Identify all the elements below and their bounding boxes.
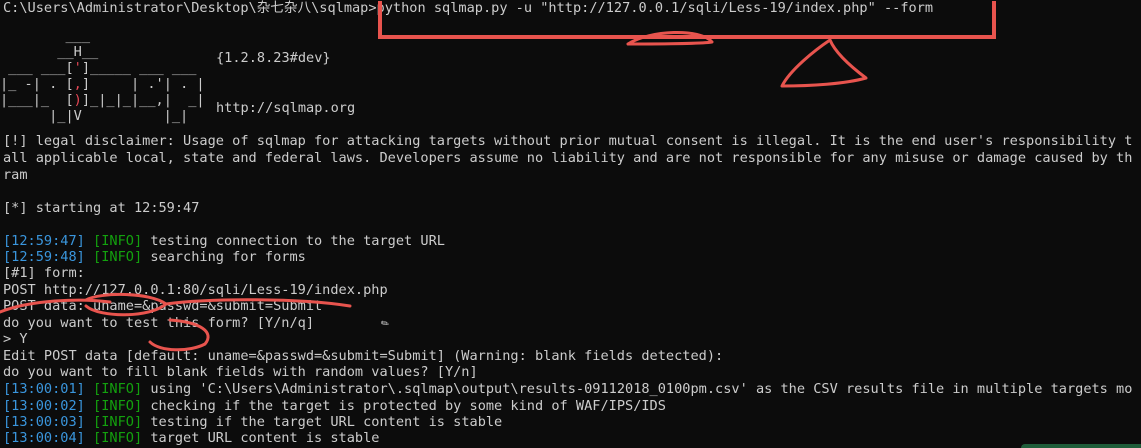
taskbar-edge [1021,444,1141,448]
log-line: [13:00:03] [INFO] testing if the target … [3,414,503,430]
log-line: [13:00:01] [INFO] using 'C:\Users\Admini… [3,381,1133,397]
form-line: [#1] form: [3,265,85,281]
form-line: POST data: uname=&passwd=&submit=Submit [3,298,323,314]
form-line: Edit POST data [default: uname=&passwd=&… [3,348,724,364]
version-label: {1.2.8.23#dev} [216,50,331,66]
log-line: [12:59:47] [INFO] testing connection to … [3,233,445,249]
log-line: [13:00:02] [INFO] checking if the target… [3,398,666,414]
user-input: > Y [3,331,28,347]
sqlmap-url: http://sqlmap.org [216,100,356,116]
starting-line: [*] starting at 12:59:47 [3,200,200,216]
log-line: [13:00:04] [INFO] target URL content is … [3,430,380,446]
disclaimer-line-2: all applicable local, state and federal … [3,150,1133,166]
form-prompt: do you want to fill blank fields with ra… [3,364,478,380]
highlight-box-annotation [378,1,996,39]
form-line: POST http://127.0.0.1:80/sqli/Less-19/in… [3,282,388,298]
triangle-mark [780,38,868,88]
sqlmap-logo: ___ __H__ ___ ___[']_____ ___ ___ |_ -| … [0,28,205,124]
form-prompt: do you want to test this form? [Y/n/q] [3,315,314,331]
disclaimer-line-1: [!] legal disclaimer: Usage of sqlmap fo… [3,133,1133,149]
disclaimer-line-3: ram [3,167,28,183]
pen-cursor-icon: ✎ [377,315,392,331]
log-line: [12:59:48] [INFO] searching for forms [3,249,306,265]
